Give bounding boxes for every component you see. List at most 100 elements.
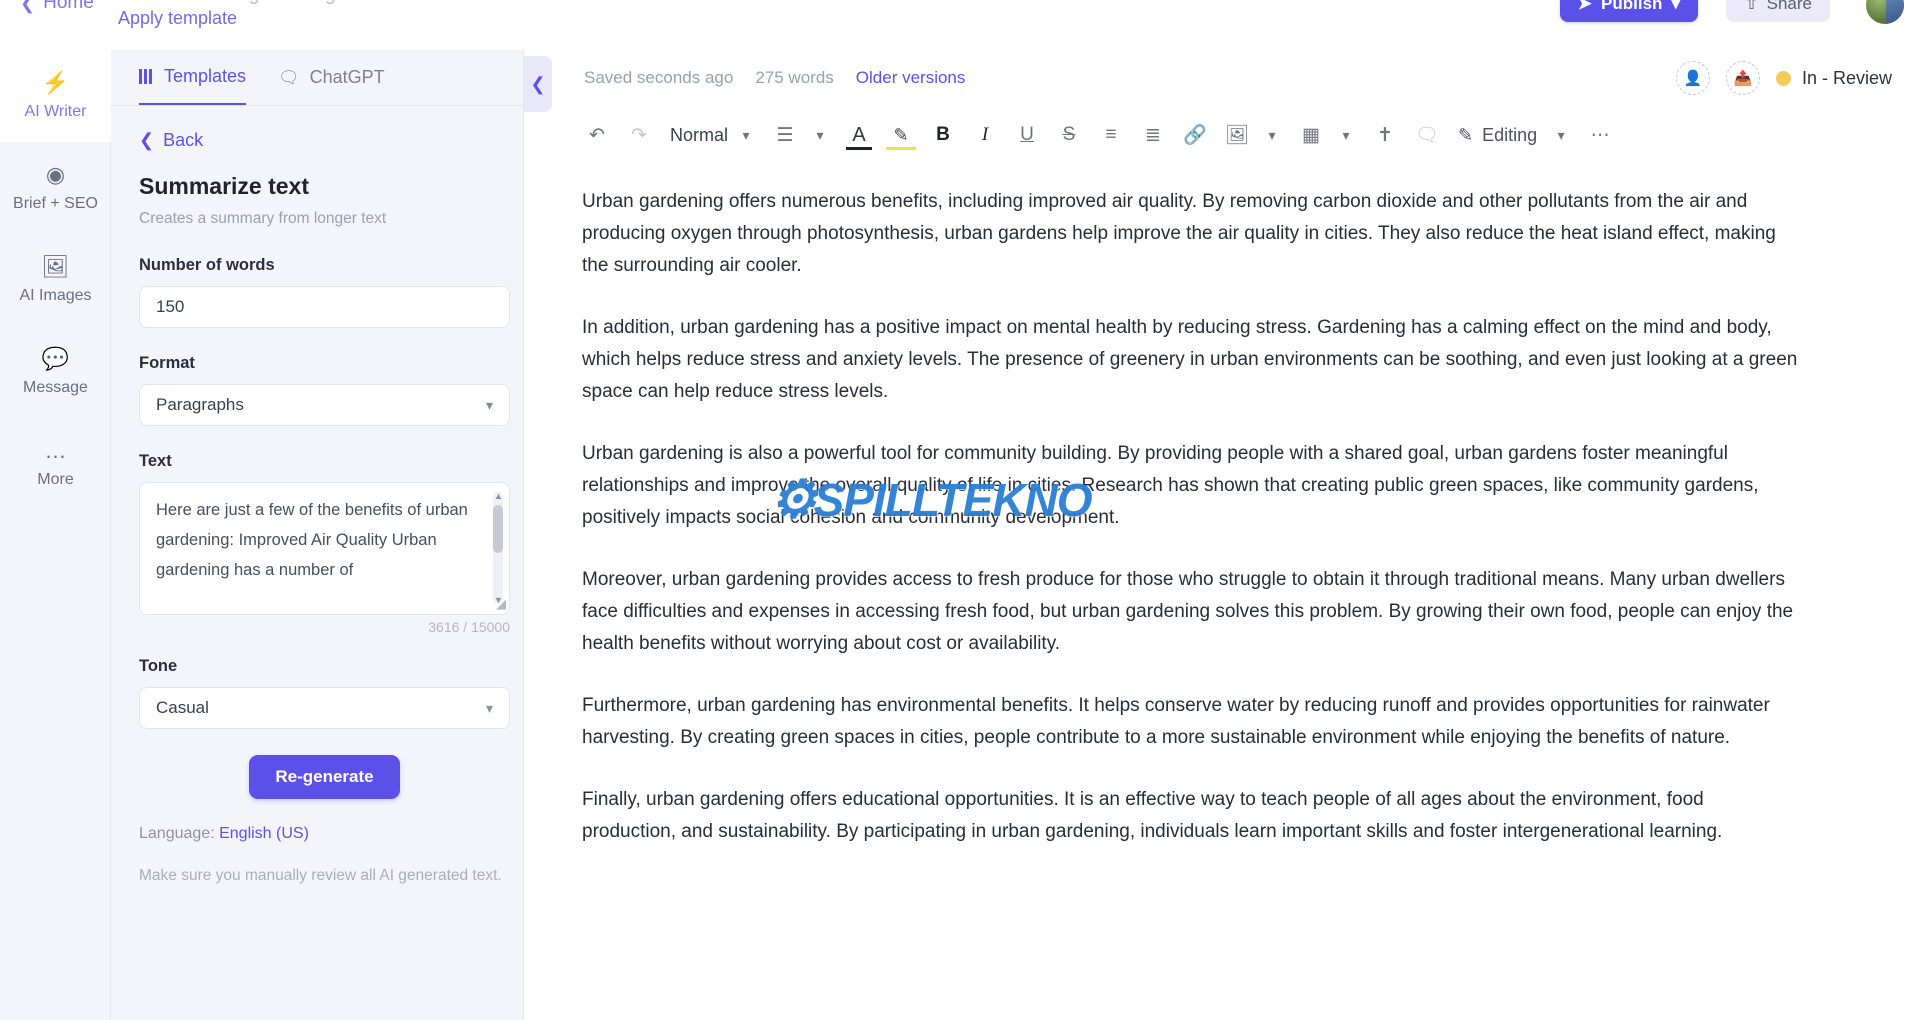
- pencil-icon: ✎: [1458, 124, 1474, 145]
- home-link[interactable]: ❮ Home: [20, 0, 94, 14]
- scrollbar-thumb[interactable]: [493, 505, 503, 553]
- chevron-left-icon: ❮: [20, 0, 36, 13]
- share-label: Share: [1766, 0, 1812, 13]
- editing-mode-label: Editing: [1482, 124, 1538, 145]
- text-label: Text: [139, 452, 172, 470]
- resize-handle-icon[interactable]: ◢: [496, 596, 506, 612]
- link-icon[interactable]: 🔗: [1178, 117, 1212, 153]
- tone-value: Casual: [156, 698, 209, 717]
- editor-meta-right: 👤 📤 In - Review: [1675, 50, 1892, 106]
- numbered-list-icon[interactable]: ≣: [1136, 117, 1170, 153]
- rail-label: Brief + SEO: [13, 194, 98, 212]
- word-count: 275 words: [755, 68, 834, 87]
- add-comment-icon[interactable]: 🗨: [1410, 117, 1444, 153]
- formatting-toolbar: ↶ ↷ Normal ▾ ☰ ▾ A ✎ B I U S ≡ ≣ 🔗 🖼 ▾ ▦…: [524, 106, 1920, 164]
- rail-label: Message: [23, 378, 88, 396]
- older-versions-link[interactable]: Older versions: [856, 68, 966, 88]
- chevron-down-icon: ▾: [485, 699, 493, 716]
- tone-select[interactable]: Casual ▾: [139, 687, 510, 729]
- document-paragraph: Urban gardening is also a powerful tool …: [582, 443, 1759, 528]
- rail-label: More: [37, 470, 74, 488]
- chevron-down-icon[interactable]: ▾: [1336, 117, 1356, 153]
- left-rail: ⚡ AI Writer ◉ Brief + SEO 🖼 AI Images 💬 …: [0, 50, 111, 1020]
- number-of-words-input[interactable]: 150: [139, 286, 510, 328]
- app-root: ❮ Home Urban gardening benefits Apply te…: [0, 0, 1920, 1020]
- rail-label: AI Writer: [24, 102, 87, 120]
- undo-icon[interactable]: ↶: [580, 117, 614, 153]
- format-label: Format: [139, 354, 195, 372]
- status-label: In - Review: [1801, 67, 1892, 88]
- editor-area: Saved seconds ago 275 words Older versio…: [524, 50, 1920, 1020]
- chevron-down-icon[interactable]: ▾: [810, 117, 830, 153]
- tab-templates[interactable]: Templates: [139, 50, 247, 105]
- strikethrough-label: S: [1062, 124, 1076, 145]
- publish-button[interactable]: ➤ Publish ▾: [1559, 0, 1698, 22]
- chevron-down-icon: ▾: [485, 396, 493, 413]
- chevron-down-icon[interactable]: ▾: [1551, 117, 1571, 153]
- underline-button[interactable]: U: [1010, 117, 1044, 153]
- strikethrough-button[interactable]: S: [1052, 117, 1086, 153]
- document-paragraph: Furthermore, urban gardening has environ…: [582, 695, 1770, 748]
- format-select[interactable]: Paragraphs ▾: [139, 384, 510, 426]
- tab-chatgpt[interactable]: 🗨 ChatGPT: [278, 50, 385, 105]
- document-body[interactable]: Urban gardening offers numerous benefits…: [524, 164, 1854, 848]
- rail-item-ai-writer[interactable]: ⚡ AI Writer: [0, 50, 111, 142]
- export-document-button[interactable]: 📤: [1725, 61, 1760, 95]
- table-icon[interactable]: ▦: [1294, 117, 1328, 153]
- user-plus-icon: 👤: [1683, 70, 1703, 87]
- bold-button[interactable]: B: [926, 117, 960, 153]
- chat-clouds-icon: 🗨: [278, 68, 300, 87]
- more-options-icon[interactable]: ⋯: [1583, 117, 1617, 153]
- panel-body: ❮ Back Summarize text Creates a summary …: [111, 106, 523, 888]
- top-bar: ❮ Home Urban gardening benefits Apply te…: [0, 0, 1920, 50]
- textarea-scrollbar[interactable]: ▲ ▼: [493, 491, 503, 605]
- status-badge[interactable]: In - Review: [1775, 67, 1892, 89]
- scroll-up-icon[interactable]: ▲: [494, 491, 503, 501]
- regenerate-row: Re-generate: [139, 755, 510, 799]
- chevron-left-icon: ❮: [139, 130, 155, 150]
- chat-bubble-icon: 💬: [41, 345, 70, 371]
- text-input[interactable]: Here are just a few of the benefits of u…: [139, 482, 510, 615]
- rail-item-ai-images[interactable]: 🖼 AI Images: [0, 234, 111, 326]
- apply-template-link[interactable]: Apply template: [118, 8, 237, 29]
- paragraph-style-select[interactable]: Normal: [664, 117, 734, 153]
- document-paragraph: Finally, urban gardening offers educatio…: [582, 789, 1723, 842]
- text-color-icon[interactable]: A: [842, 117, 876, 153]
- document-title: Urban gardening benefits: [190, 0, 411, 6]
- tab-label: Templates: [164, 66, 247, 86]
- chevron-down-icon[interactable]: ▾: [1262, 117, 1282, 153]
- language-row: Language: English (US): [139, 825, 495, 843]
- image-icon[interactable]: 🖼: [1220, 117, 1254, 153]
- chevron-down-icon[interactable]: ▾: [736, 117, 756, 153]
- document-paragraph: Moreover, urban gardening provides acces…: [582, 569, 1794, 654]
- avatar[interactable]: [1864, 0, 1906, 26]
- share-button[interactable]: ⇧ Share: [1726, 0, 1830, 22]
- export-icon: 📤: [1733, 70, 1753, 87]
- format-value: Paragraphs: [156, 395, 244, 414]
- rail-item-brief-seo[interactable]: ◉ Brief + SEO: [0, 142, 111, 234]
- italic-button[interactable]: I: [968, 117, 1002, 153]
- back-label: Back: [163, 130, 204, 150]
- saved-status: Saved seconds ago: [584, 68, 734, 87]
- tab-label: ChatGPT: [309, 67, 385, 87]
- collapse-panel-button[interactable]: ❮: [524, 56, 552, 112]
- ai-disclaimer: Make sure you manually review all AI gen…: [139, 867, 502, 884]
- rail-item-more[interactable]: … More: [0, 418, 111, 510]
- panel-tabs: Templates 🗨 ChatGPT: [111, 50, 523, 106]
- align-left-icon[interactable]: ☰: [768, 117, 802, 153]
- template-subtitle: Creates a summary from longer text: [139, 210, 387, 227]
- template-title: Summarize text: [139, 173, 310, 199]
- send-icon: ➤: [1577, 0, 1593, 13]
- highlighter-icon[interactable]: ✎: [884, 117, 918, 153]
- editing-mode-button[interactable]: ✎ Editing: [1452, 117, 1543, 153]
- rail-item-message[interactable]: 💬 Message: [0, 326, 111, 418]
- language-link[interactable]: English (US): [219, 825, 309, 842]
- redo-icon[interactable]: ↷: [622, 117, 656, 153]
- tone-label: Tone: [139, 657, 178, 675]
- chevron-left-icon: ❮: [530, 73, 546, 94]
- clear-formatting-icon[interactable]: ✝: [1368, 117, 1402, 153]
- invite-user-button[interactable]: 👤: [1675, 61, 1710, 95]
- regenerate-button[interactable]: Re-generate: [249, 755, 400, 799]
- back-link[interactable]: ❮ Back: [139, 130, 495, 151]
- bullet-list-icon[interactable]: ≡: [1094, 117, 1128, 153]
